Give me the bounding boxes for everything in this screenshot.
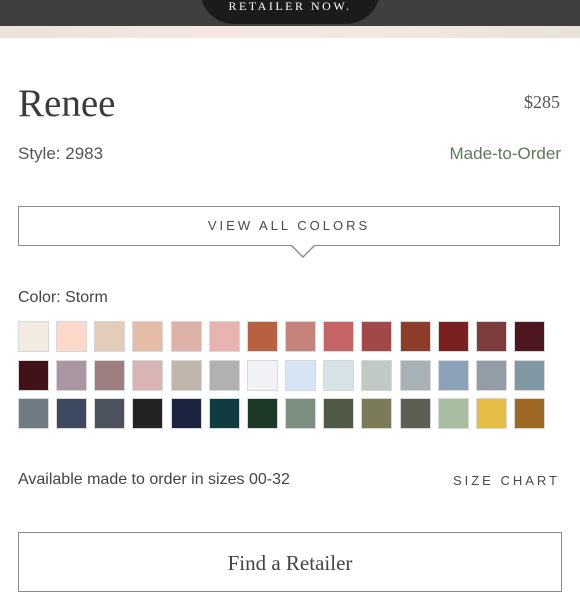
color-swatch[interactable]: [132, 360, 163, 391]
color-swatch[interactable]: [323, 321, 354, 352]
size-chart-link[interactable]: SIZE CHART: [453, 473, 560, 488]
color-swatch[interactable]: [400, 321, 431, 352]
color-swatch[interactable]: [285, 321, 316, 352]
selected-color-label: Color: Storm: [18, 289, 108, 306]
available-sizes-text: Available made to order in sizes 00-32: [18, 471, 290, 488]
color-swatch[interactable]: [438, 360, 469, 391]
color-swatch[interactable]: [323, 360, 354, 391]
color-swatch[interactable]: [94, 360, 125, 391]
color-swatch[interactable]: [247, 360, 278, 391]
color-swatch[interactable]: [171, 321, 202, 352]
product-name: Renee: [18, 82, 116, 125]
color-swatch[interactable]: [400, 360, 431, 391]
color-swatch[interactable]: [56, 321, 87, 352]
color-swatch[interactable]: [285, 398, 316, 429]
color-swatch[interactable]: [476, 321, 507, 352]
color-swatch[interactable]: [361, 360, 392, 391]
color-swatch[interactable]: [247, 321, 278, 352]
find-retailer-button[interactable]: Find a Retailer: [18, 532, 562, 592]
color-swatch[interactable]: [94, 398, 125, 429]
color-swatch[interactable]: [285, 360, 316, 391]
color-swatch[interactable]: [132, 321, 163, 352]
color-swatch[interactable]: [18, 398, 49, 429]
color-swatch[interactable]: [18, 360, 49, 391]
color-swatch[interactable]: [400, 398, 431, 429]
color-swatch[interactable]: [514, 321, 545, 352]
promo-banner: RETAILER NOW.: [0, 0, 580, 26]
color-swatch[interactable]: [209, 398, 240, 429]
color-swatch[interactable]: [476, 398, 507, 429]
product-price: $285: [524, 92, 560, 112]
color-swatch[interactable]: [18, 321, 49, 352]
color-swatch[interactable]: [476, 360, 507, 391]
banner-text: RETAILER NOW.: [228, 0, 352, 13]
color-swatch[interactable]: [56, 398, 87, 429]
order-type-label: Made-to-Order: [449, 144, 561, 163]
caret-down-icon: [291, 245, 315, 258]
color-swatch[interactable]: [209, 360, 240, 391]
color-swatch[interactable]: [132, 398, 163, 429]
color-swatch[interactable]: [171, 398, 202, 429]
color-swatch[interactable]: [56, 360, 87, 391]
color-swatch[interactable]: [247, 398, 278, 429]
color-swatch[interactable]: [438, 321, 469, 352]
color-swatch[interactable]: [323, 398, 354, 429]
view-all-colors-button[interactable]: VIEW ALL COLORS: [18, 206, 560, 246]
color-swatch[interactable]: [514, 398, 545, 429]
color-swatch[interactable]: [361, 398, 392, 429]
color-swatch[interactable]: [171, 360, 202, 391]
style-number: Style: 2983: [18, 144, 104, 163]
color-swatch[interactable]: [94, 321, 125, 352]
color-swatch[interactable]: [438, 398, 469, 429]
banner-strip: [0, 26, 580, 38]
color-swatch[interactable]: [209, 321, 240, 352]
color-swatch[interactable]: [361, 321, 392, 352]
color-swatch[interactable]: [514, 360, 545, 391]
